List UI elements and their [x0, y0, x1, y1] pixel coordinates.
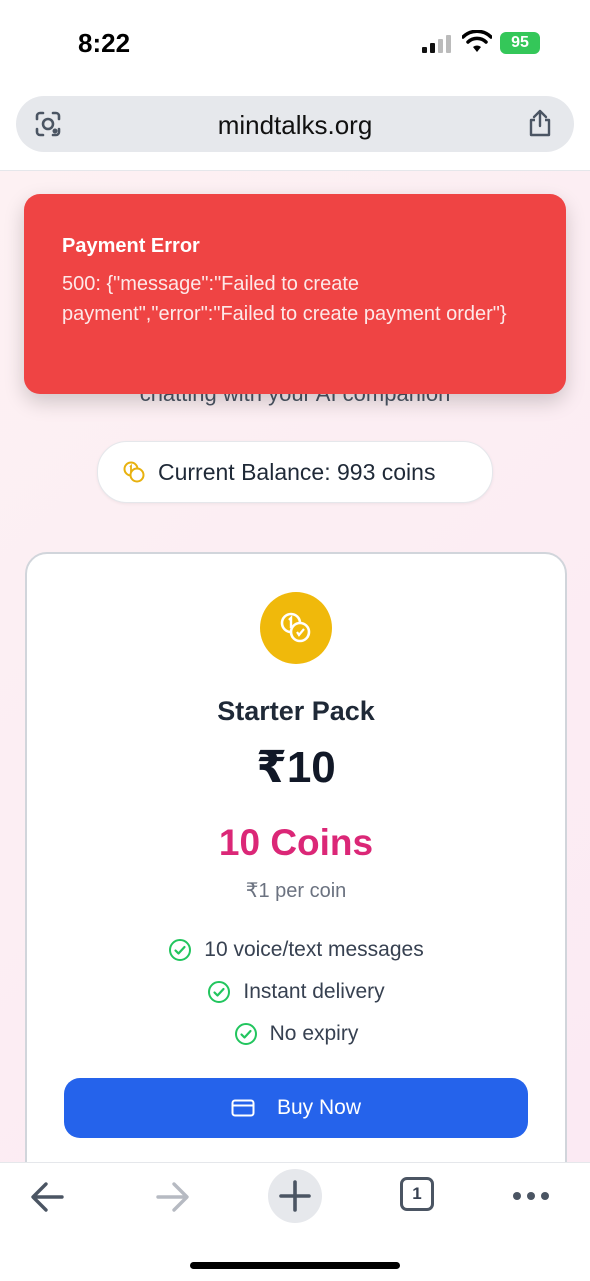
pack-card: Starter Pack ₹10 10 Coins ₹1 per coin 10… [25, 552, 567, 1162]
error-title: Payment Error [62, 235, 200, 257]
buy-now-label: Buy Now [276, 1096, 362, 1119]
check-circle-icon [234, 1023, 257, 1045]
pack-name: Starter Pack [217, 696, 375, 726]
more-options-icon[interactable] [512, 1191, 550, 1201]
per-coin-rate: ₹1 per coin [245, 880, 347, 902]
share-icon[interactable] [526, 108, 554, 138]
feature-item: 10 voice/text messages [27, 929, 565, 971]
new-tab-button[interactable] [268, 1169, 322, 1223]
plus-icon [279, 1180, 311, 1212]
feature-label: Instant delivery [243, 980, 385, 1003]
url-field[interactable]: mindtalks.org [16, 96, 574, 152]
credit-card-icon [231, 1099, 255, 1117]
forward-arrow-icon[interactable] [152, 1179, 192, 1215]
feature-item: Instant delivery [27, 971, 565, 1013]
pack-price: ₹10 [256, 743, 336, 792]
back-arrow-icon[interactable] [28, 1179, 68, 1215]
feature-label: 10 voice/text messages [204, 938, 424, 961]
battery-icon: 95 [500, 32, 540, 54]
balance-badge: Current Balance: 993 coins [97, 441, 493, 503]
coins-icon [123, 461, 145, 483]
wifi-icon [462, 30, 492, 52]
url-text: mindtalks.org [217, 110, 373, 140]
status-time: 8:22 [78, 28, 131, 58]
check-circle-icon [208, 981, 231, 1003]
error-toast[interactable]: Payment Error 500: {"message":"Failed to… [24, 194, 566, 394]
feature-item: No expiry [27, 1013, 565, 1055]
check-circle-icon [169, 939, 192, 961]
pack-coin-badge [260, 592, 332, 664]
balance-text: Current Balance: 993 coins [158, 459, 436, 485]
tabs-button[interactable]: 1 [400, 1177, 434, 1211]
signal-icon [422, 35, 454, 53]
browser-toolbar: 1 [0, 1162, 590, 1281]
status-bar: 8:22 95 [0, 0, 590, 90]
feature-label: No expiry [269, 1022, 359, 1045]
pack-coins: 10 Coins [218, 822, 374, 863]
buy-now-button[interactable]: Buy Now [64, 1078, 528, 1138]
feature-list: 10 voice/text messages Instant delivery … [27, 929, 565, 1055]
coins-icon [280, 612, 311, 643]
home-indicator [190, 1262, 400, 1269]
error-message: 500: {"message":"Failed to create paymen… [62, 273, 507, 325]
browser-address-bar: mindtalks.org [0, 90, 590, 171]
